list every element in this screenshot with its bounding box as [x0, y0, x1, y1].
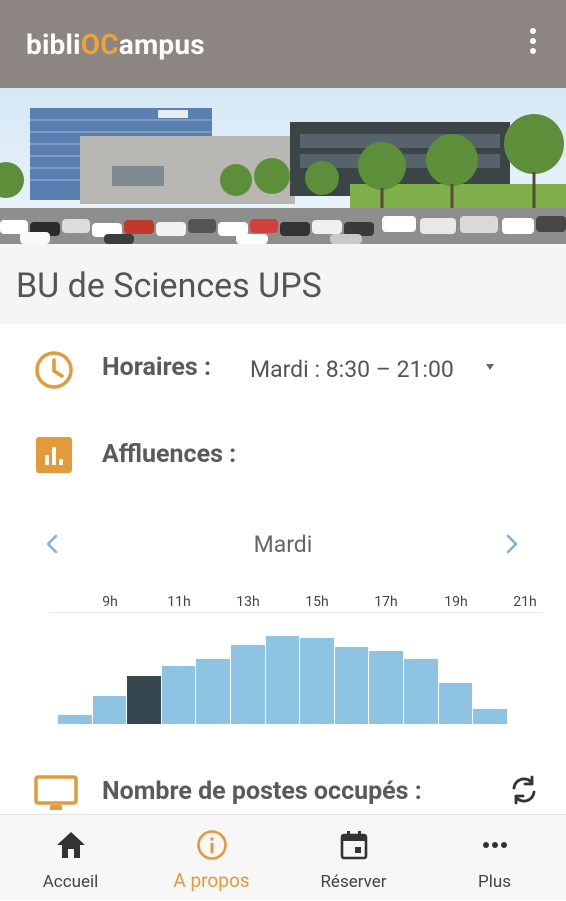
app-logo: bibliOCampus — [26, 27, 205, 63]
overflow-menu-icon[interactable] — [518, 28, 548, 60]
nav-item-accueil[interactable]: Accueil — [0, 815, 141, 901]
chart-bar — [161, 666, 196, 724]
x-tick-label: 13h — [236, 594, 260, 610]
brand-prefix: bibli — [26, 28, 81, 61]
more-icon — [479, 829, 511, 861]
refresh-icon[interactable] — [508, 774, 540, 806]
nav-item-a-propos[interactable]: A propos — [141, 815, 282, 901]
info-icon — [196, 829, 228, 861]
nav-label: Plus — [477, 872, 511, 892]
monitor-icon — [34, 773, 78, 813]
x-tick-label: 11h — [167, 594, 191, 610]
chart-bar — [404, 659, 438, 724]
nav-label: Accueil — [42, 872, 99, 892]
x-tick-label: 15h — [305, 594, 329, 610]
chart-bar — [127, 676, 161, 724]
nav-label: A propos — [173, 869, 250, 892]
chart-bar — [438, 683, 473, 724]
x-tick-label: 9h — [102, 594, 118, 610]
chart-axis-line — [50, 612, 542, 613]
chart-bar — [92, 696, 127, 724]
hours-dropdown[interactable]: Mardi : 8:30 – 21:00 — [250, 354, 454, 386]
nav-item-reserver[interactable]: Réserver — [283, 815, 424, 901]
x-tick-label: 19h — [444, 594, 468, 610]
chart-bar — [334, 647, 369, 724]
calendar-icon — [338, 829, 370, 861]
home-icon — [55, 829, 87, 861]
hours-label: Horaires : — [102, 353, 212, 382]
library-photo — [0, 88, 566, 244]
chart-bar — [231, 645, 265, 724]
attendance-label: Affluences : — [102, 440, 237, 469]
chart-bar — [265, 636, 300, 724]
brand-accent: OC — [80, 28, 119, 61]
nav-label: Réserver — [320, 872, 387, 892]
chart-bar — [369, 651, 403, 724]
chart-bar — [473, 709, 507, 724]
app-bar: bibliOCampus — [0, 0, 566, 88]
day-label: Mardi — [253, 531, 313, 558]
bottom-navigation: Accueil A propos Réserver Plus — [0, 814, 566, 900]
chevron-down-icon[interactable] — [486, 364, 494, 370]
x-tick-label: 21h — [513, 594, 537, 610]
page-title: BU de Sciences UPS — [16, 266, 322, 306]
x-tick-label: 17h — [374, 594, 398, 610]
nav-item-plus[interactable]: Plus — [424, 815, 565, 901]
bar-chart-icon — [36, 437, 72, 473]
computers-label: Nombre de postes occupés : — [102, 777, 422, 806]
brand-suffix: ampus — [118, 28, 205, 61]
clock-icon — [34, 350, 74, 390]
chart-bar — [58, 715, 92, 724]
chart-bar — [300, 638, 334, 724]
next-day-button[interactable] — [504, 524, 520, 572]
chart-bar — [196, 659, 230, 724]
